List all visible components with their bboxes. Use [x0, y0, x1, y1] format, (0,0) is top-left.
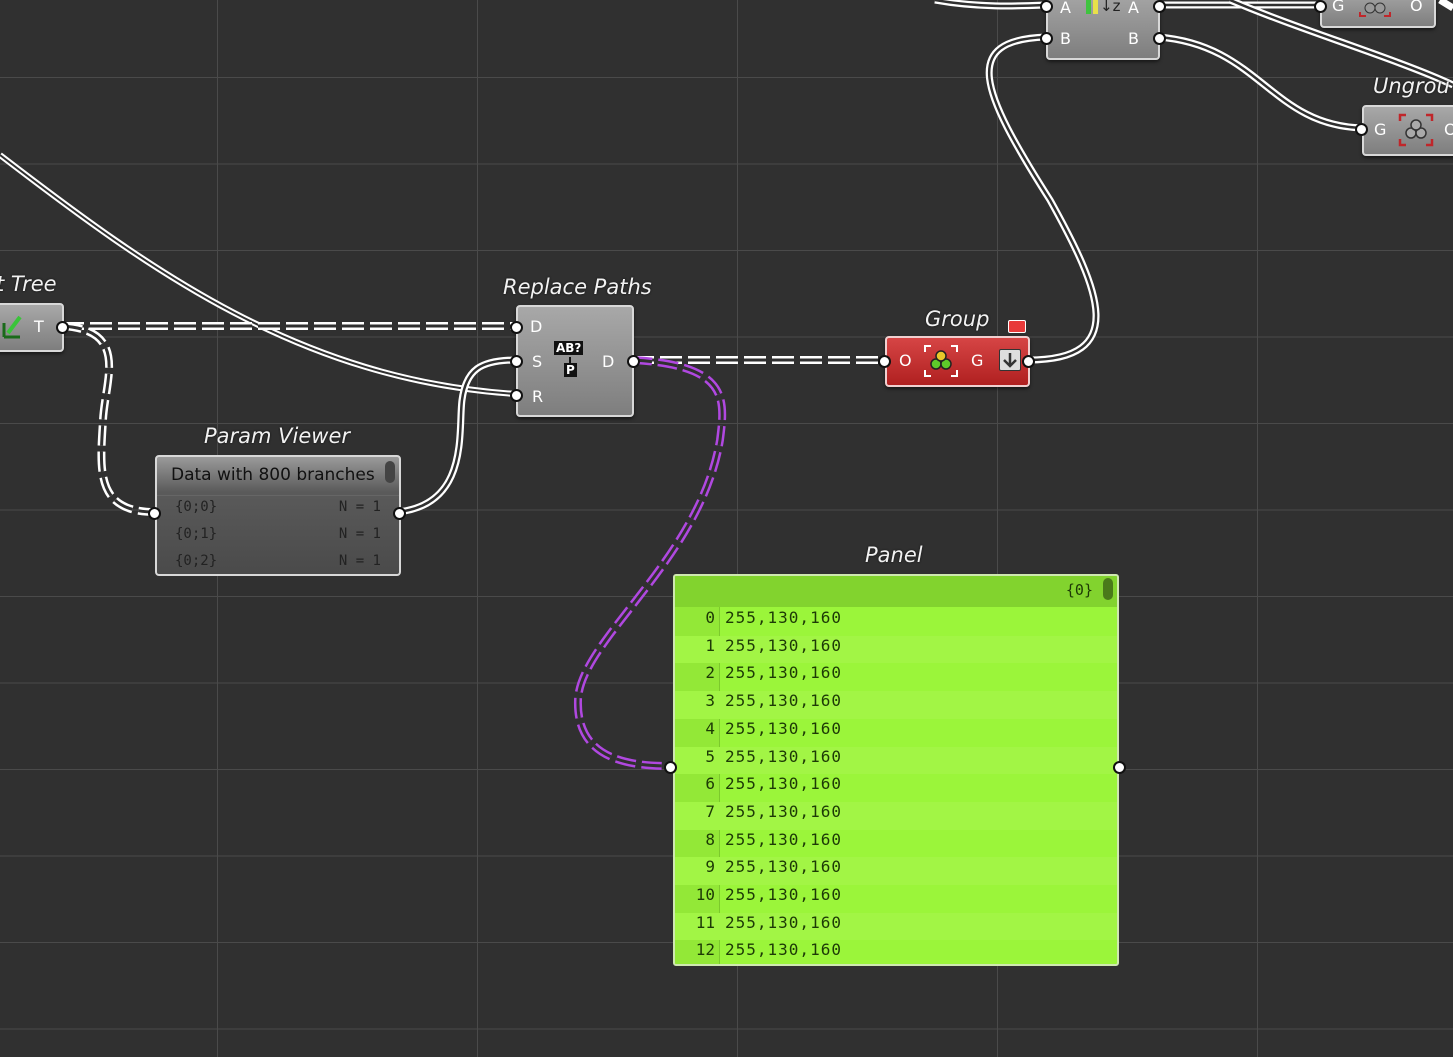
tree-output-t[interactable]: T — [34, 317, 44, 336]
replace-input-s[interactable]: S — [532, 352, 542, 371]
wire-tree-to-param-viewer[interactable] — [61, 322, 156, 516]
panel-row: 8 255,130,160 — [705, 829, 842, 849]
param-viewer-header: Data with 800 branches — [171, 465, 375, 485]
sort-input-b-grip[interactable] — [1040, 32, 1053, 45]
tree-output-grip[interactable] — [56, 321, 69, 334]
wire-into-sort-a[interactable] — [934, 0, 1047, 10]
replace-input-d[interactable]: D — [530, 317, 542, 336]
wire-to-replace-r[interactable] — [0, 152, 517, 397]
top-right-input-grip[interactable] — [1314, 0, 1327, 13]
replace-paths-label: Replace Paths — [503, 275, 652, 299]
top-right-component[interactable]: G O — [1320, 0, 1436, 28]
param-viewer[interactable]: Data with 800 branches {0;0} N = 1 {0;1}… — [155, 455, 401, 576]
sort-input-a[interactable]: A — [1060, 0, 1071, 17]
tree-icon — [2, 315, 22, 339]
wire-group-to-sort[interactable] — [985, 33, 1100, 364]
param-viewer-path: {0;0} — [175, 499, 218, 515]
tree-component[interactable]: T — [0, 303, 64, 352]
sort-input-a-grip[interactable] — [1040, 0, 1053, 13]
download-arrow-icon[interactable] — [999, 349, 1021, 371]
ungroup-input-g[interactable]: G — [1374, 120, 1386, 139]
wire-param-viewer-to-replace-s[interactable] — [396, 356, 517, 516]
panel-scrollbar[interactable] — [1103, 578, 1113, 600]
replace-input-r[interactable]: R — [532, 387, 543, 406]
panel[interactable]: {0} 0 255,130,160 1 255,130,160 2 255,130,1… — [673, 574, 1119, 966]
param-viewer-scrollbar[interactable] — [385, 461, 395, 483]
sort-component[interactable]: A B A B ↓z — [1046, 0, 1160, 60]
replace-paths-icon: AB? P — [554, 341, 584, 377]
replace-paths-component[interactable]: D S R D AB? P — [516, 305, 634, 417]
group-component[interactable]: O G — [885, 336, 1030, 387]
panel-row: 3 255,130,160 — [675, 691, 1117, 719]
sort-output-b-grip[interactable] — [1153, 32, 1166, 45]
replace-input-s-grip[interactable] — [510, 355, 523, 368]
group-output-g[interactable]: G — [971, 351, 983, 370]
sort-output-a-grip[interactable] — [1153, 0, 1166, 13]
panel-row: 0 255,130,160 — [705, 608, 842, 627]
replace-input-d-grip[interactable] — [510, 321, 523, 334]
ungroup-label: Ungrou — [1373, 74, 1450, 98]
ungroup-icon — [1359, 2, 1391, 17]
group-output-grip[interactable] — [1022, 355, 1035, 368]
warning-balloon-icon[interactable] — [1008, 320, 1026, 333]
param-viewer-count: N = 1 — [338, 553, 381, 569]
panel-row: 1 255,130,160 — [675, 635, 1117, 664]
top-right-output-o[interactable]: O — [1410, 0, 1423, 15]
sort-output-b[interactable]: B — [1128, 29, 1139, 48]
sort-icon: ↓z — [1086, 0, 1120, 18]
param-viewer-path: {0;2} — [175, 553, 218, 569]
panel-row: 9 255,130,160 — [675, 857, 1117, 885]
replace-output-d-grip[interactable] — [627, 355, 640, 368]
replace-output-d[interactable]: D — [602, 352, 614, 371]
panel-input-grip[interactable] — [664, 761, 677, 774]
sort-input-b[interactable]: B — [1060, 29, 1071, 48]
wire-sort-b-out[interactable] — [1157, 33, 1363, 132]
group-input-grip[interactable] — [878, 355, 891, 368]
panel-row: 5 255,130,160 — [675, 746, 1117, 775]
sort-output-a[interactable]: A — [1128, 0, 1139, 17]
param-viewer-output-grip[interactable] — [393, 507, 406, 520]
group-input-o[interactable]: O — [899, 351, 912, 370]
param-viewer-input-grip[interactable] — [148, 507, 161, 520]
panel-row: 2 255,130,160 — [705, 663, 842, 683]
ungroup-icon — [1398, 113, 1434, 147]
group-label: Group — [925, 307, 990, 331]
wire-ungroup-out[interactable] — [1438, 0, 1453, 11]
panel-row: 6 255,130,160 — [705, 774, 842, 794]
param-viewer-label: Param Viewer — [204, 424, 351, 448]
panel-row: 10 255,130,160 — [695, 885, 842, 904]
panel-branch: {0} — [1065, 581, 1093, 599]
group-icon — [924, 345, 958, 377]
grasshopper-canvas[interactable]: t Tree T Replace Paths D S R D AB? P Gro… — [0, 0, 1453, 1057]
param-viewer-count: N = 1 — [338, 499, 381, 515]
panel-row: 12 255,130,160 — [695, 940, 842, 960]
panel-row: 7 255,130,160 — [675, 801, 1117, 830]
ungroup-output-o[interactable]: O — [1444, 120, 1453, 139]
tree-component-label: t Tree — [0, 272, 57, 296]
panel-output-grip[interactable] — [1113, 761, 1126, 774]
panel-row: 4 255,130,160 — [705, 718, 842, 738]
param-viewer-path: {0;1} — [175, 526, 218, 542]
panel-header: {0} — [675, 576, 1117, 607]
panel-label: Panel — [865, 543, 923, 567]
ungroup-component[interactable]: G O — [1362, 105, 1453, 156]
top-right-input-g[interactable]: G — [1332, 0, 1344, 15]
panel-row: 11 255,130,160 — [675, 912, 1117, 941]
ungroup-input-grip[interactable] — [1355, 123, 1368, 136]
param-viewer-count: N = 1 — [338, 526, 381, 542]
replace-input-r-grip[interactable] — [510, 389, 523, 402]
